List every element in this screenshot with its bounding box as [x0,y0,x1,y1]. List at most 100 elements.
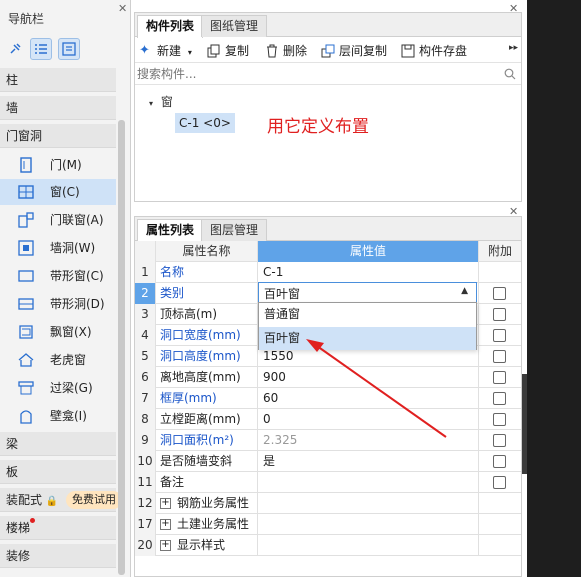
dropdown-arrow-icon[interactable]: ▲ [461,286,468,296]
window-icon [18,185,34,199]
tab-component-list[interactable]: 构件列表 [137,15,204,38]
table-row[interactable]: 7 框厚(mm) 60 [135,388,521,409]
nav-item-dormer[interactable]: 老虎窗 [0,347,116,373]
tab-layer-manage[interactable]: 图层管理 [201,219,268,241]
list-view-icon[interactable] [30,38,52,60]
detail-view-icon[interactable] [58,38,80,60]
table-row[interactable]: 6 离地高度(mm) 900 [135,367,521,388]
property-value[interactable] [258,493,479,514]
nav-item-label: 壁龛(I) [50,409,87,423]
table-row[interactable]: 17 + 土建业务属性 [135,514,521,535]
property-name-text: 显示样式 [177,538,226,552]
nav-category-beam[interactable]: 梁 [0,432,116,456]
category-select[interactable]: 百叶窗 ▲ [258,282,477,303]
nav-item-wall-hole[interactable]: 墙洞(W) [0,235,116,261]
search-icon[interactable] [504,68,516,80]
nav-category-finishing[interactable]: 装修 [0,544,116,568]
tab-drawing-manage[interactable]: 图纸管理 [201,15,268,37]
nav-item-door[interactable]: 门(M) [0,152,116,178]
nav-category-wall[interactable]: 墙 [0,96,116,120]
nav-category-slab[interactable]: 板 [0,460,116,484]
category-dropdown: 普通窗 百叶窗 [258,302,477,350]
property-value[interactable]: 900 [258,367,479,388]
nav-item-lintel[interactable]: 过梁(G) [0,375,116,401]
property-value[interactable] [258,472,479,493]
add-checkbox[interactable] [493,350,506,363]
copy-button[interactable]: 复制 [207,42,249,60]
save-component-button[interactable]: 构件存盘 [401,42,467,60]
chevron-down-icon: ▾ [187,48,192,57]
nav-item-label: 带形窗(C) [50,269,104,283]
free-trial-badge[interactable]: 免费试用 [66,491,122,509]
add-checkbox[interactable] [493,476,506,489]
trash-icon [267,44,277,58]
property-value[interactable]: C-1 [258,262,479,283]
property-value[interactable]: 是 [258,451,479,472]
canvas-background [527,0,581,577]
add-checkbox[interactable] [493,455,506,468]
nav-scrollbar[interactable] [118,120,125,575]
table-row[interactable]: 8 立樘距离(mm) 0 [135,409,521,430]
property-value[interactable] [258,535,479,556]
nav-item-strip-hole[interactable]: 带形洞(D) [0,291,116,317]
property-value[interactable]: 0 [258,409,479,430]
row-number: 10 [135,451,156,472]
delete-button[interactable]: 删除 [265,42,307,60]
nav-item-label: 老虎窗 [50,353,87,367]
strip-window-icon [18,270,34,282]
property-name-text: 离地高度(mm) [160,370,241,384]
property-value[interactable] [258,514,479,535]
add-cell [479,346,521,367]
expand-icon[interactable]: + [160,540,171,551]
add-checkbox[interactable] [493,308,506,321]
add-checkbox[interactable] [493,413,506,426]
property-name-text: 名称 [160,265,185,279]
table-row[interactable]: 12 + 钢筋业务属性 [135,493,521,514]
table-row[interactable]: 20 + 显示样式 [135,535,521,556]
add-checkbox[interactable] [493,434,506,447]
pin-icon[interactable] [4,38,26,60]
strip-hole-icon [18,298,34,310]
nav-category-column[interactable]: 柱 [0,68,116,92]
layer-copy-button[interactable]: 层间复制 [321,42,387,60]
option-normal-window[interactable]: 普通窗 [259,303,476,326]
component-toolbar: ✦ 新建 ▾ 复制 删除 层间复制 构件存盘 ▸▸ [135,37,521,63]
tree-node-window[interactable]: ▾ 窗 [149,93,173,110]
property-value[interactable]: 2.325 [258,430,479,451]
property-name-text: 是否随墙变斜 [160,454,233,468]
add-checkbox[interactable] [493,371,506,384]
more-icon[interactable]: ▸▸ [509,43,518,53]
table-row[interactable]: 9 洞口面积(m²) 2.325 [135,430,521,451]
nav-item-window[interactable]: 窗(C) [0,179,116,205]
add-checkbox[interactable] [493,392,506,405]
nav-item-door-window[interactable]: 门联窗(A) [0,207,116,233]
table-row[interactable]: 10 是否随墙变斜 是 [135,451,521,472]
table-row[interactable]: 1 名称 C-1 [135,262,521,283]
save-icon [401,44,415,58]
nav-item-bay-window[interactable]: 飘窗(X) [0,319,116,345]
property-name: + 土建业务属性 [156,514,258,535]
add-cell [479,262,521,283]
add-cell [479,304,521,325]
nav-item-niche[interactable]: 壁龛(I) [0,403,116,429]
search-input[interactable] [137,65,497,83]
nav-category-openings[interactable]: 门窗洞 [0,124,116,148]
add-checkbox[interactable] [493,329,506,342]
nav-item-label: 带形洞(D) [50,297,105,311]
nav-item-strip-window[interactable]: 带形窗(C) [0,263,116,289]
tab-property-list[interactable]: 属性列表 [137,219,204,242]
new-button[interactable]: ✦ 新建 ▾ [139,42,192,60]
collapse-arrow-icon[interactable]: ▾ [149,99,153,108]
row-number: 11 [135,472,156,493]
tree-item-c1[interactable]: C-1 <0> [175,113,235,133]
nav-close-icon[interactable]: ✕ [118,2,127,15]
add-checkbox[interactable] [493,287,506,300]
expand-icon[interactable]: + [160,498,171,509]
property-value[interactable]: 60 [258,388,479,409]
table-row[interactable]: 11 备注 [135,472,521,493]
expand-icon[interactable]: + [160,519,171,530]
row-number: 8 [135,409,156,430]
property-name: + 显示样式 [156,535,258,556]
option-louver-window[interactable]: 百叶窗 [259,327,476,350]
nav-category-stairs[interactable]: 楼梯 [0,516,116,540]
